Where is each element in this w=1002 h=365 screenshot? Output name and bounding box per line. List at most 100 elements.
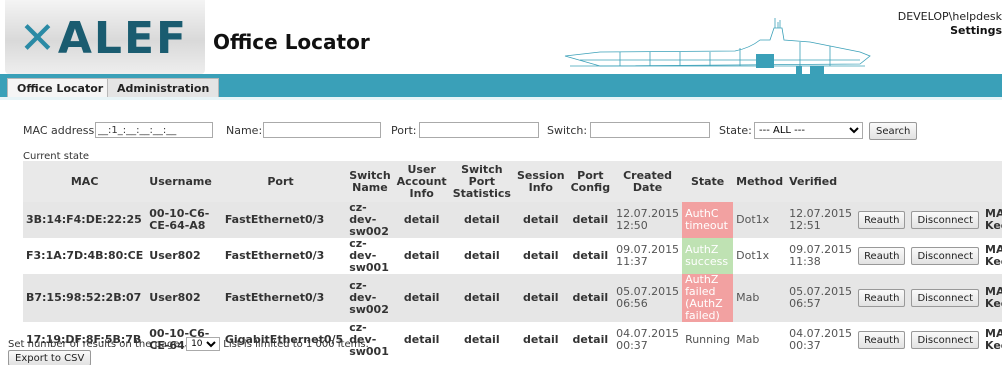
cell-mac: F3:1A:7D:4B:80:CE	[23, 238, 147, 274]
config-detail-link[interactable]: detail	[573, 249, 609, 262]
config-detail-link[interactable]: detail	[573, 213, 609, 226]
col-switch-port-statistics: Switch Port Statistics	[449, 161, 514, 202]
table-row: B7:15:98:52:2B:07 User802 FastEthernet0/…	[23, 274, 1002, 322]
cell-created: 09.07.2015 11:37	[613, 238, 683, 274]
export-csv-button[interactable]: Export to CSV	[8, 350, 92, 365]
col-mac[interactable]: MAC	[23, 161, 147, 202]
sessions-table: MAC Username Port Switch Name User Accou…	[23, 161, 1002, 358]
results-per-page-label: Set number of results on the page:	[8, 339, 183, 350]
cell-switch: cz-dev-sw001	[346, 238, 394, 274]
col-reauth	[855, 161, 909, 202]
cell-verified: 09.07.2015 11:38	[786, 238, 856, 274]
col-switch-name[interactable]: Switch Name	[346, 161, 394, 202]
cell-method: Mab	[733, 322, 787, 358]
page-header: ✕ALEF Office Locator DEVELOP\helpdesk Se…	[0, 0, 1002, 74]
cell-switch: cz-dev-sw002	[346, 202, 394, 238]
logo-x-icon: ✕	[19, 13, 58, 64]
account-detail-link[interactable]: detail	[404, 249, 440, 262]
company-logo: ✕ALEF	[5, 0, 205, 74]
account-detail-link[interactable]: detail	[404, 213, 440, 226]
search-button[interactable]: Search	[869, 122, 918, 140]
table-row: 3B:14:F4:DE:22:25 00-10-C6-CE-64-A8 Fast…	[23, 202, 1002, 238]
cell-verified: 04.07.2015 00:37	[786, 322, 856, 358]
cell-port: FastEthernet0/3	[214, 274, 347, 322]
col-state[interactable]: State	[682, 161, 734, 202]
session-detail-link[interactable]: detail	[523, 333, 559, 346]
stats-detail-link[interactable]: detail	[464, 249, 500, 262]
cell-method: Dot1x	[733, 202, 787, 238]
state-label: State:	[719, 124, 752, 137]
reauth-button[interactable]: Reauth	[858, 331, 906, 349]
results-per-page-select[interactable]: 10	[186, 337, 221, 351]
col-port-config: Port Config	[567, 161, 614, 202]
cell-state: Running	[682, 322, 734, 358]
pagination-footer: Set number of results on the page: 10 Li…	[8, 337, 369, 351]
tab-bar-underline	[0, 97, 1002, 100]
cell-state: AuthC timeout	[682, 202, 734, 238]
disconnect-button[interactable]: Disconnect	[911, 289, 980, 307]
cell-created: 12.07.2015 12:50	[613, 202, 683, 238]
disconnect-button[interactable]: Disconnect	[911, 247, 980, 265]
cell-verified: 12.07.2015 12:51	[786, 202, 856, 238]
cell-mac: B7:15:98:52:2B:07	[23, 274, 147, 322]
session-detail-link[interactable]: detail	[523, 249, 559, 262]
user-name: DEVELOP\helpdesk	[897, 10, 1002, 23]
tab-office-locator[interactable]: Office Locator	[7, 78, 114, 98]
table-header-row: MAC Username Port Switch Name User Accou…	[23, 161, 1002, 202]
disconnect-button[interactable]: Disconnect	[911, 211, 980, 229]
mab-keeper-link[interactable]: MAB Keeper	[982, 274, 1002, 322]
col-disconnect	[908, 161, 983, 202]
cell-state: AuthZ success	[682, 238, 734, 274]
col-user-account-info: User Account Info	[393, 161, 450, 202]
cell-username: 00-10-C6-CE-64-A8	[146, 202, 215, 238]
session-detail-link[interactable]: detail	[523, 291, 559, 304]
cell-state: AuthZ failed (AuthZ failed)	[682, 274, 734, 322]
stats-detail-link[interactable]: detail	[464, 213, 500, 226]
port-input[interactable]	[419, 122, 539, 138]
mab-keeper-link[interactable]: MAB Keeper	[982, 238, 1002, 274]
name-label: Name:	[226, 124, 263, 137]
cell-port: FastEthernet0/3	[214, 202, 347, 238]
col-verified[interactable]: Verified	[786, 161, 856, 202]
filter-bar: MAC address: Name: Port: Switch: State: …	[23, 122, 1002, 140]
cell-created: 04.07.2015 00:37	[613, 322, 683, 358]
cell-switch: cz-dev-sw002	[346, 274, 394, 322]
col-port[interactable]: Port	[214, 161, 347, 202]
session-detail-link[interactable]: detail	[523, 213, 559, 226]
port-label: Port:	[391, 124, 417, 137]
config-detail-link[interactable]: detail	[573, 291, 609, 304]
cell-method: Mab	[733, 274, 787, 322]
switch-input[interactable]	[590, 122, 710, 138]
submarine-illustration	[564, 18, 871, 74]
account-detail-link[interactable]: detail	[404, 291, 440, 304]
reauth-button[interactable]: Reauth	[858, 289, 906, 307]
stats-detail-link[interactable]: detail	[464, 333, 500, 346]
list-limit-text: List is limited to 1 000 items.	[223, 339, 369, 350]
stats-detail-link[interactable]: detail	[464, 291, 500, 304]
mab-keeper-link[interactable]: MAB Keeper	[982, 322, 1002, 358]
table-row: F3:1A:7D:4B:80:CE User802 FastEthernet0/…	[23, 238, 1002, 274]
disconnect-button[interactable]: Disconnect	[911, 331, 980, 349]
cell-method: Dot1x	[733, 238, 787, 274]
settings-link[interactable]: Settings	[950, 24, 1002, 37]
reauth-button[interactable]: Reauth	[858, 247, 906, 265]
tab-administration[interactable]: Administration	[107, 78, 220, 98]
name-input[interactable]	[263, 122, 381, 138]
mac-input[interactable]	[95, 122, 213, 138]
mab-keeper-link[interactable]: MAB Keeper	[982, 202, 1002, 238]
cell-username: User802	[146, 274, 215, 322]
cell-port: FastEthernet0/3	[214, 238, 347, 274]
col-username[interactable]: Username	[146, 161, 215, 202]
state-select[interactable]: --- ALL ---	[754, 122, 863, 139]
col-mab	[982, 161, 1002, 202]
reauth-button[interactable]: Reauth	[858, 211, 906, 229]
cell-mac: 3B:14:F4:DE:22:25	[23, 202, 147, 238]
col-session-info: Session Info	[513, 161, 568, 202]
account-detail-link[interactable]: detail	[404, 333, 440, 346]
col-method[interactable]: Method	[733, 161, 787, 202]
mac-label: MAC address:	[23, 124, 98, 137]
cell-verified: 05.07.2015 06:57	[786, 274, 856, 322]
col-created-date[interactable]: Created Date	[613, 161, 683, 202]
switch-label: Switch:	[547, 124, 588, 137]
config-detail-link[interactable]: detail	[573, 333, 609, 346]
